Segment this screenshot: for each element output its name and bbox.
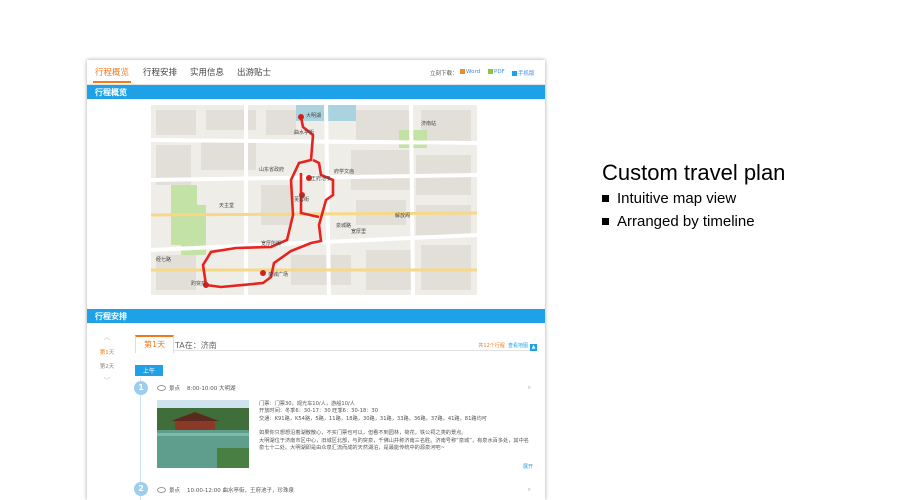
daming-lake-photo	[157, 400, 249, 468]
svg-text:山东省政府: 山东省政府	[259, 166, 284, 173]
svg-text:宽厚所街: 宽厚所街	[261, 240, 281, 247]
download-mobile[interactable]: 手机版	[512, 69, 535, 77]
pdf-icon	[488, 69, 493, 74]
word-icon	[460, 69, 465, 74]
tab-arrangement[interactable]: 行程安排	[143, 66, 177, 78]
svg-text:趵突泉: 趵突泉	[191, 280, 206, 287]
svg-text:解放阁: 解放阁	[395, 212, 410, 219]
bullet-icon	[602, 195, 609, 202]
item-1-description: 门票：门票30，观光车10/人，游船10/人 开放时间：冬季6：30-17：30…	[259, 401, 529, 452]
pin-icon[interactable]: ⌕	[528, 486, 531, 494]
tab-overview[interactable]: 行程概览	[92, 66, 132, 83]
map-canvas: 大明湖 曲水亭街 王府池子 府学文庙 芙蓉街 泉城路 泉城广场 趵突泉 天主堂 …	[151, 105, 477, 295]
route-map[interactable]: 大明湖 曲水亭街 王府池子 府学文庙 芙蓉街 泉城路 泉城广场 趵突泉 天主堂 …	[151, 105, 477, 295]
day-nav: ︿ 第1天 第2天 ﹀	[87, 332, 127, 386]
collapse-icon[interactable]: ▲	[530, 344, 537, 351]
headline: Custom travel plan	[602, 160, 786, 185]
section-arrangement-header: 行程安排	[87, 309, 545, 323]
item-2-header: 景点 10:00-12:00 曲水亭街，王府池子，珍珠泉	[157, 486, 294, 494]
item-number: 1	[134, 381, 148, 395]
svg-text:大明湖: 大明湖	[306, 112, 321, 119]
svg-text:宽厚里: 宽厚里	[351, 228, 366, 235]
sight-icon	[157, 385, 166, 391]
day-nav-1[interactable]: 第1天	[87, 348, 127, 356]
day-tab-current[interactable]: 第1天	[135, 335, 175, 353]
svg-text:泉城路: 泉城路	[336, 222, 351, 229]
tab-travel-tips[interactable]: 出游贴士	[237, 66, 271, 78]
tab-practical-info[interactable]: 实用信息	[190, 66, 224, 78]
svg-text:泉城广场: 泉城广场	[268, 271, 288, 278]
day-nav-2[interactable]: 第2天	[87, 362, 127, 370]
chevron-down-icon[interactable]: ﹀	[87, 376, 127, 386]
svg-text:王府池子: 王府池子	[311, 175, 331, 182]
feature-item: Arranged by timeline	[602, 213, 755, 230]
svg-text:芙蓉街: 芙蓉街	[294, 196, 309, 203]
section-overview-header: 行程概览	[87, 85, 545, 99]
item-1-header: 景点 8:00-10:00 大明湖	[157, 384, 235, 392]
svg-text:天主堂: 天主堂	[219, 202, 234, 209]
expand-link[interactable]: 展开	[523, 463, 533, 470]
chevron-up-icon[interactable]: ︿	[87, 332, 127, 342]
feature-item: Intuitive map view	[602, 190, 736, 207]
svg-text:府学文庙: 府学文庙	[334, 168, 354, 175]
download-pdf[interactable]: PDF	[488, 69, 505, 75]
bullet-icon	[602, 218, 609, 225]
svg-text:曲水亭街: 曲水亭街	[294, 129, 314, 136]
period-label: 上午	[135, 365, 164, 376]
item-number: 2	[134, 482, 148, 496]
phone-icon	[512, 71, 517, 76]
sight-icon	[157, 487, 166, 493]
download-label: 立刻下载：	[430, 71, 458, 77]
view-map-link[interactable]: 查看地图	[508, 343, 528, 349]
download-word[interactable]: Word	[460, 69, 480, 75]
pin-icon[interactable]: ⌕	[528, 384, 531, 392]
svg-text:经七路: 经七路	[156, 256, 171, 263]
current-city: TA在：济南	[175, 341, 217, 350]
day-summary: 共12个行程 查看地图 ▲	[478, 343, 537, 351]
svg-text:济南站: 济南站	[421, 120, 436, 127]
itinerary-screenshot: 行程概览 行程安排 实用信息 出游贴士 立刻下载： Word PDF 手机版 行…	[87, 60, 545, 500]
tab-bar: 行程概览 行程安排 实用信息 出游贴士 立刻下载： Word PDF 手机版	[87, 60, 545, 85]
